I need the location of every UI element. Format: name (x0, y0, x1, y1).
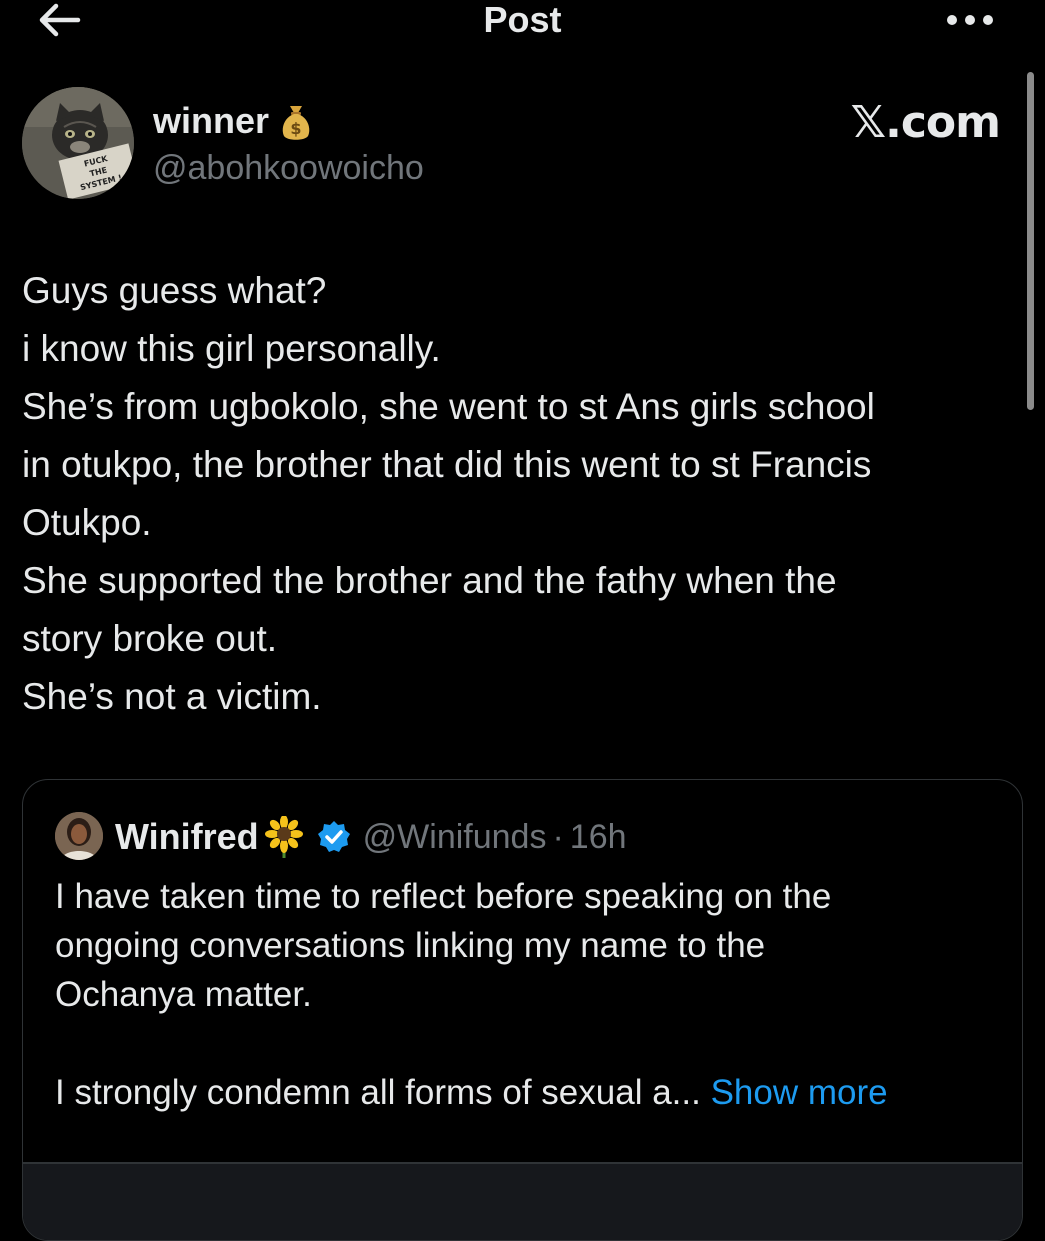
paragraph-break (55, 1019, 1005, 1068)
page-title: Post (483, 0, 562, 40)
quoted-line: I have taken time to reflect before spea… (55, 877, 832, 916)
quoted-line-truncated: I strongly condemn all forms of sexual a… (55, 1068, 1005, 1117)
sunflower-icon (264, 816, 303, 858)
post-line: She’s from ugbokolo, she went to st Ans … (22, 386, 875, 427)
scrollbar[interactable] (1027, 72, 1034, 410)
author-display-name[interactable]: winner $ (153, 100, 313, 142)
quoted-author-handle[interactable]: @Winifunds (363, 818, 547, 857)
verified-badge-icon (317, 821, 350, 852)
post-line: story broke out. (22, 618, 278, 659)
author-handle[interactable]: @abohkoowoicho (153, 148, 424, 188)
x-com-watermark: 𝕏.com (850, 97, 1001, 148)
quoted-truncated-text: I strongly condemn all forms of sexual a… (55, 1073, 701, 1112)
quoted-post-header: Winifred @Winifunds · 16h (115, 815, 627, 859)
top-bar: Post (0, 0, 1045, 44)
quoted-post-timestamp[interactable]: 16h (570, 818, 627, 857)
separator-dot: · (552, 817, 564, 856)
post-line: She’s not a victim. (22, 676, 322, 717)
quoted-line: Ochanya matter. (55, 975, 312, 1014)
post-line: Guys guess what? (22, 270, 327, 311)
post-line: i know this girl personally. (22, 328, 441, 369)
quoted-post-text: I have taken time to reflect before spea… (55, 872, 1005, 1117)
quoted-post-card[interactable]: Winifred @Winifunds · 16h I have taken t… (22, 779, 1023, 1241)
money-bag-icon: $ (282, 106, 310, 140)
more-horizontal-icon (947, 15, 993, 25)
more-options-button[interactable] (940, 10, 1000, 30)
quoted-media-area[interactable] (23, 1164, 1022, 1240)
author-avatar[interactable]: FUCK THE SYSTEM ! (22, 87, 134, 199)
post-line: in otukpo, the brother that did this wen… (22, 444, 872, 485)
post-text: Guys guess what? i know this girl person… (22, 262, 1027, 726)
author-name-text: winner (153, 100, 270, 141)
quoted-line: ongoing conversations linking my name to… (55, 926, 766, 965)
quoted-author-name[interactable]: Winifred (115, 816, 259, 858)
quoted-author-avatar[interactable] (55, 812, 103, 860)
svg-text:$: $ (290, 119, 301, 138)
post-line: Otukpo. (22, 502, 152, 543)
post-line: She supported the brother and the fathy … (22, 560, 837, 601)
show-more-link[interactable]: Show more (711, 1073, 888, 1112)
